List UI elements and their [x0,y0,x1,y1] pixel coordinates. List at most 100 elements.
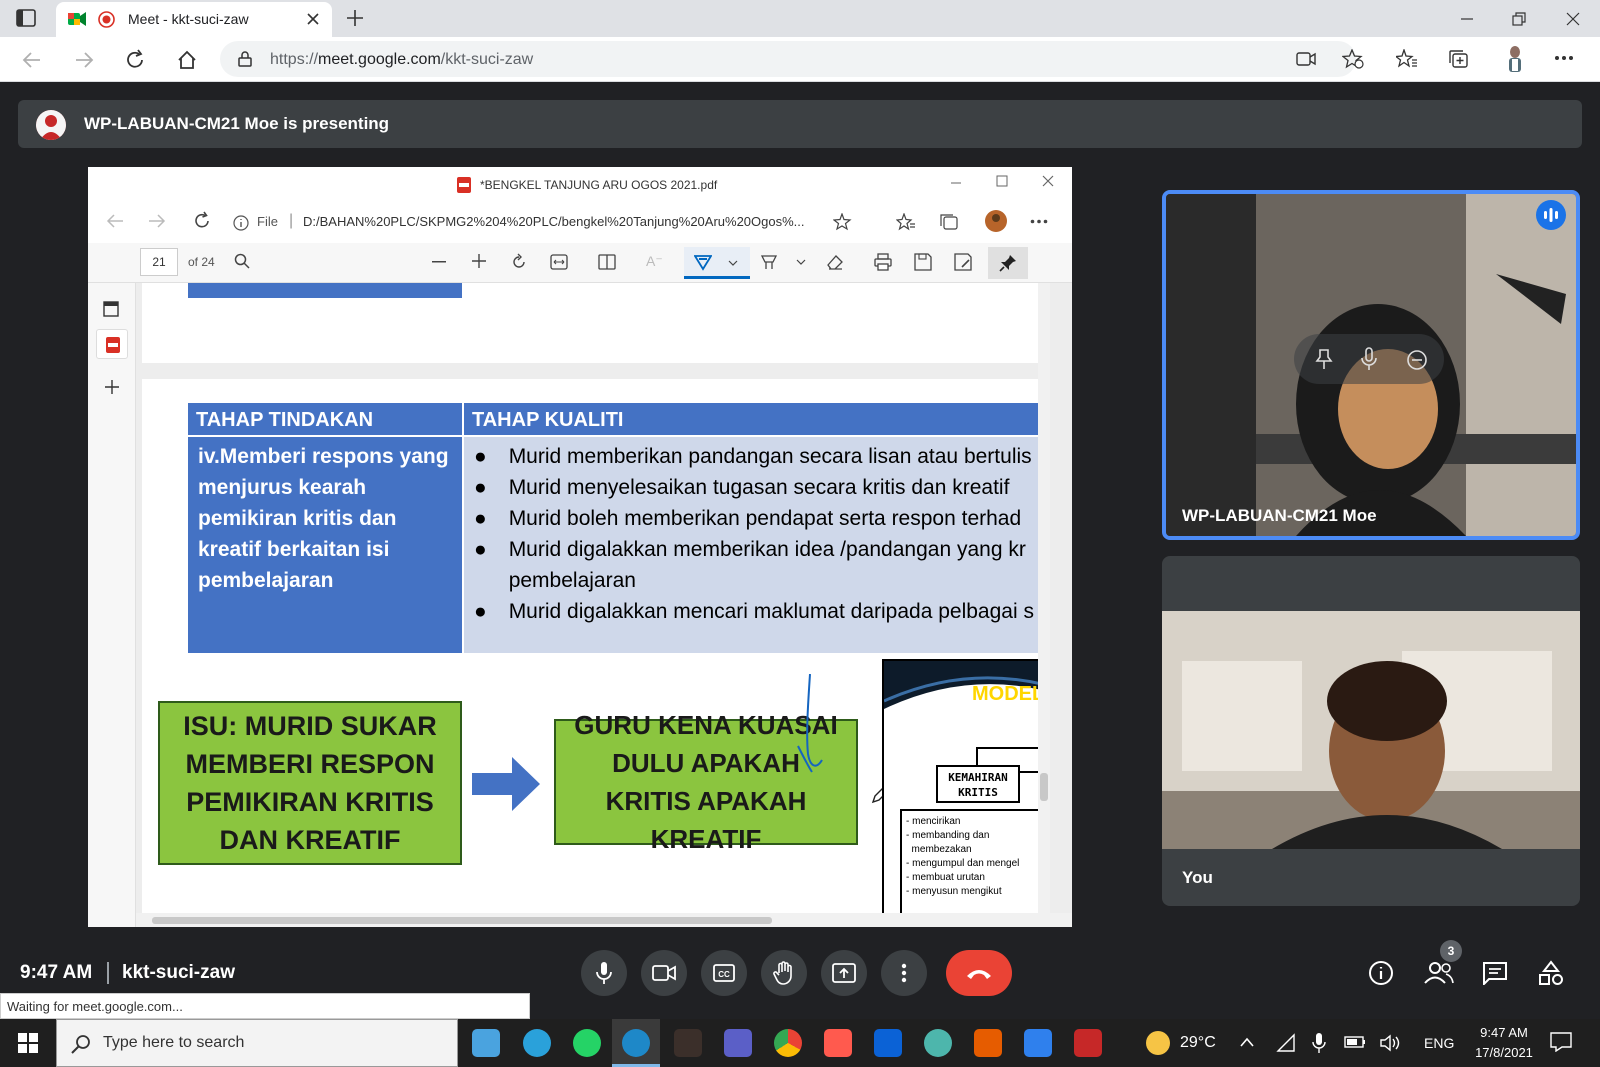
pdf-search-icon[interactable] [234,253,250,269]
minimize-icon[interactable] [1452,8,1482,30]
network-icon[interactable] [1276,1033,1296,1053]
activities-icon[interactable] [1538,960,1564,986]
pin-toolbar-button[interactable] [988,247,1028,279]
read-aloud-icon[interactable]: A⁻ [646,253,663,270]
page-number-input[interactable]: 21 [140,248,178,276]
notifications-icon[interactable] [1550,1032,1572,1052]
battery-icon[interactable] [1344,1035,1366,1049]
horizontal-scroll-thumb[interactable] [152,917,772,924]
telegram-icon[interactable] [523,1029,551,1057]
print-icon[interactable] [874,253,892,271]
zoom-out-icon[interactable] [432,261,446,263]
more-options-button[interactable] [881,950,927,996]
fit-page-icon[interactable] [550,254,568,270]
volume-icon[interactable] [1380,1034,1402,1052]
camera-button[interactable] [641,950,687,996]
leave-call-button[interactable] [946,950,1012,996]
pdf-url-box[interactable]: File | D:/BAHAN%20PLC/SKPMG2%204%20PLC/b… [233,211,953,237]
pdf-close-icon[interactable] [1042,175,1054,187]
eraser-icon[interactable] [826,253,844,271]
raise-hand-button[interactable] [761,950,807,996]
remove-participant-icon[interactable] [1406,349,1428,371]
reload-icon[interactable] [124,49,146,71]
pdf-minimize-icon[interactable] [950,177,962,189]
rotate-icon[interactable] [510,253,528,271]
pdf-forward-icon[interactable] [148,213,166,229]
captions-button[interactable]: CC [701,950,747,996]
screen-recorder-icon[interactable] [824,1029,852,1057]
camera-permission-icon[interactable] [1296,51,1316,67]
start-button[interactable] [0,1019,56,1067]
meeting-details-icon[interactable] [1368,960,1394,986]
whatsapp-icon[interactable] [573,1029,601,1057]
vertical-scrollbar[interactable] [1038,283,1050,915]
profile-avatar[interactable] [1502,44,1528,74]
weather-icon[interactable] [1146,1031,1170,1055]
show-hidden-icons-icon[interactable] [1240,1037,1254,1047]
highlight-tool[interactable] [684,247,750,279]
pdf-maximize-icon[interactable] [996,175,1008,187]
pin-participant-icon[interactable] [1314,348,1334,370]
document-app-icon[interactable] [1074,1029,1102,1057]
tab-actions-icon[interactable] [16,9,36,27]
horizontal-scrollbar[interactable] [136,913,1072,927]
taskbar-search[interactable]: Type here to search [56,1019,458,1067]
clock-date[interactable]: 17/8/2021 [1468,1045,1540,1060]
save-icon[interactable] [914,253,932,271]
mail-icon[interactable] [874,1029,902,1057]
pdf-collections-icon[interactable] [940,213,960,231]
draw-icon[interactable] [760,253,778,271]
save-as-icon[interactable] [954,253,972,271]
pdf-page-current: TAHAP TINDAKAN TAHAP KUALITI iv.Memberi … [142,379,1044,915]
collections-icon[interactable] [1448,49,1470,69]
thumbnail-button[interactable] [96,329,128,359]
favorites-icon[interactable] [1396,49,1418,69]
mic-tray-icon[interactable] [1312,1032,1326,1054]
info-icon[interactable] [233,215,249,231]
edge-taskbar-active[interactable] [612,1019,660,1067]
home-icon[interactable] [176,49,198,71]
pdf-back-icon[interactable] [106,213,124,229]
more-options-icon[interactable] [1554,55,1574,61]
app-icon[interactable] [674,1029,702,1057]
zoom-in-icon[interactable] [472,254,486,268]
meeting-code: kkt-suci-zaw [122,962,235,983]
page-total: of 24 [188,255,215,269]
settings-app-icon[interactable] [924,1029,952,1057]
forward-icon[interactable] [74,50,94,70]
pdf-favorites-icon[interactable] [896,213,916,231]
teams-icon[interactable] [724,1029,752,1057]
lock-icon[interactable] [238,51,252,67]
url-box[interactable]: https://meet.google.com/kkt-suci-zaw [220,41,1356,77]
participants-icon[interactable] [1424,960,1454,984]
pdf-profile-avatar[interactable] [984,209,1008,233]
contents-icon[interactable] [103,301,119,317]
draw-chevron-icon[interactable] [796,259,806,265]
mute-participant-icon[interactable] [1360,347,1378,371]
page-view-icon[interactable] [598,254,616,270]
add-favorite-icon[interactable] [1342,49,1364,69]
browser-tab[interactable]: Meet - kkt-suci-zaw [56,2,332,37]
file-explorer-icon[interactable] [472,1029,500,1057]
participant-tile-self[interactable]: You [1162,556,1580,906]
pdf-add-favorite-icon[interactable] [833,213,853,231]
back-icon[interactable] [22,50,42,70]
vertical-scroll-thumb[interactable] [1040,773,1048,801]
close-tab-icon[interactable] [306,12,320,26]
weather-temp[interactable]: 29°C [1180,1034,1216,1052]
clock-time[interactable]: 9:47 AM [1472,1025,1536,1040]
language-indicator[interactable]: ENG [1424,1035,1454,1051]
pdf-reload-icon[interactable] [192,211,212,231]
chrome-icon[interactable] [774,1029,802,1057]
close-window-icon[interactable] [1558,8,1588,30]
microphone-button[interactable] [581,950,627,996]
chat-icon[interactable] [1482,961,1508,985]
add-icon[interactable] [104,379,120,395]
pdf-more-icon[interactable] [1030,219,1048,224]
new-tab-icon[interactable] [346,9,364,27]
participant-tile-presenter[interactable]: WP-LABUAN-CM21 Moe [1162,190,1580,540]
restore-icon[interactable] [1504,8,1534,30]
present-now-button[interactable] [821,950,867,996]
presentation-app-icon[interactable] [974,1029,1002,1057]
draw-app-icon[interactable] [1024,1029,1052,1057]
